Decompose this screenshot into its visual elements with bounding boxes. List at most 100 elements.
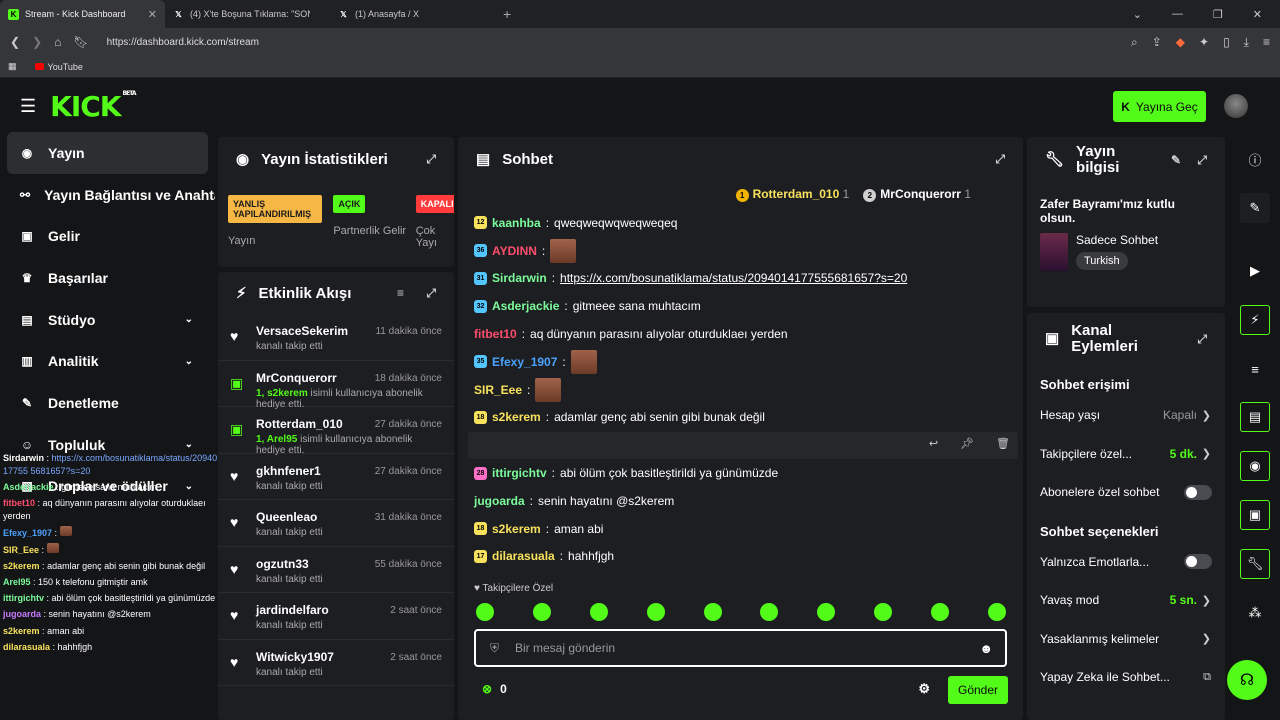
- zoom-icon[interactable]: ⌕: [1131, 35, 1138, 50]
- maximize-icon[interactable]: ❐: [1213, 8, 1223, 21]
- chat-input[interactable]: ⛨ Bir mesaj gönderin ☻: [474, 629, 1007, 667]
- wrench-icon[interactable]: 🔧︎: [1240, 549, 1270, 579]
- event-item[interactable]: ♥ Queenleao 31 dakika önce kanalı takip e…: [218, 500, 454, 547]
- emote-icon[interactable]: [532, 603, 551, 621]
- back-icon[interactable]: ❮: [10, 35, 20, 49]
- emote-icon[interactable]: [703, 603, 722, 621]
- chat-message[interactable]: fitbet10: aq dünyanın parasını alıyolar o…: [474, 320, 1004, 348]
- chat-message[interactable]: 36 AYDINN:: [474, 237, 1004, 265]
- forward-icon[interactable]: ❯: [32, 35, 42, 49]
- chevron-down-icon[interactable]: ⌄: [1133, 8, 1142, 21]
- chat-username[interactable]: AYDINN: [492, 244, 537, 258]
- chat-username[interactable]: s2kerem: [492, 522, 541, 536]
- bookmark-icon[interactable]: 🔖︎: [73, 35, 88, 49]
- expand-icon[interactable]: ⤢: [426, 152, 436, 167]
- gear-icon[interactable]: ⚙︎: [918, 681, 930, 697]
- chat-message[interactable]: SIR_Eee:: [474, 376, 1004, 404]
- chat-message[interactable]: 28 ittirgichtv: abi ölüm çok basitleştiril…: [474, 459, 1004, 487]
- toggle-switch[interactable]: [1184, 484, 1212, 500]
- video-icon[interactable]: ▶: [1240, 256, 1270, 286]
- chat-username[interactable]: Sirdarwin: [492, 271, 547, 285]
- chat-username[interactable]: SIR_Eee: [474, 383, 522, 397]
- minimize-icon[interactable]: —: [1172, 8, 1183, 20]
- emote-icon[interactable]: [987, 603, 1006, 621]
- gifter-2[interactable]: 2 MrConquerorr 1: [863, 187, 971, 202]
- setting-row[interactable]: Yalnızca Emotlarla...: [1027, 543, 1225, 582]
- setting-row[interactable]: Yasaklanmış kelimeler ❯: [1027, 620, 1225, 659]
- expand-icon[interactable]: ⤢: [1197, 154, 1207, 167]
- chat-message[interactable]: 35 Efexy_1907:: [474, 348, 1004, 376]
- event-item[interactable]: ♥ Witwicky1907 2 saat önce kanalı takip e…: [218, 640, 454, 686]
- emote-icon[interactable]: [760, 603, 779, 621]
- bookmark-youtube[interactable]: YouTube: [34, 62, 83, 72]
- browser-tab-x1[interactable]: 𝕏 (4) X'te Boşuna Tıklama: "SON DAKİ: [165, 0, 330, 28]
- chat-message[interactable]: 18 s2kerem: adamlar genç abi senin gibi bu…: [474, 404, 1004, 432]
- emote-icon[interactable]: [589, 603, 608, 621]
- browser-tab-kick[interactable]: K Stream - Kick Dashboard ✕: [0, 0, 165, 28]
- reply-icon[interactable]: ↩: [929, 437, 938, 450]
- chat-username[interactable]: fitbet10: [474, 327, 517, 341]
- community-icon[interactable]: ⁂: [1240, 598, 1270, 628]
- sidebar-item-studio[interactable]: ▤ Stüdyo ⌄: [0, 299, 215, 341]
- emote-icon[interactable]: [931, 603, 949, 621]
- setting-row[interactable]: Yapay Zeka ile Sohbet... ⧉: [1027, 658, 1225, 697]
- new-tab-icon[interactable]: +: [503, 6, 511, 22]
- chat-username[interactable]: Efexy_1907: [492, 355, 557, 369]
- extensions-icon[interactable]: ✦: [1199, 35, 1209, 49]
- close-tab-icon[interactable]: ✕: [148, 8, 157, 21]
- browser-tab-x2[interactable]: 𝕏 (1) Anasayfa / X: [330, 0, 495, 28]
- chat-message[interactable]: 31 Sirdarwin: https://x.com/bosunatiklama/…: [474, 265, 1004, 293]
- emote-icon[interactable]: [476, 603, 494, 621]
- sidebar-item-achievements[interactable]: ♛ Başarılar: [0, 257, 215, 299]
- chat-message[interactable]: 17 dilarasuala: hahhfjgh: [474, 543, 1004, 571]
- expand-icon[interactable]: ⤢: [995, 152, 1005, 167]
- chat-icon[interactable]: ▤: [1240, 402, 1270, 432]
- channel-icon[interactable]: ▣: [1240, 500, 1270, 530]
- chat-message[interactable]: 12 kaanhba: qweqweqwqweqweqeq: [474, 209, 1004, 237]
- chat-username[interactable]: jugoarda: [474, 494, 525, 508]
- download-icon[interactable]: ⤓: [1244, 35, 1249, 50]
- info-icon[interactable]: ⓘ: [1240, 144, 1270, 174]
- toggle-switch[interactable]: [1184, 554, 1212, 570]
- emote-icon[interactable]: [874, 603, 893, 621]
- sidebar-item-moderation[interactable]: ✎ Denetleme: [0, 382, 215, 424]
- go-live-button[interactable]: K Yayına Geç: [1113, 91, 1206, 122]
- emoji-icon[interactable]: ☻: [979, 641, 993, 656]
- headset-icon[interactable]: ☊: [1227, 660, 1267, 700]
- sidebar-item-revenue[interactable]: ▣ Gelir: [0, 215, 215, 257]
- sidebar-item-stream[interactable]: ◉ Yayın: [7, 132, 208, 174]
- setting-row[interactable]: Abonelere özel sohbet: [1027, 473, 1225, 512]
- emote-icon[interactable]: [817, 603, 836, 621]
- apps-grid-icon[interactable]: ▦: [8, 61, 17, 72]
- url-field[interactable]: https://dashboard.kick.com/stream: [107, 37, 259, 48]
- expand-icon[interactable]: ⤢: [1197, 333, 1207, 346]
- pin-icon[interactable]: 📌︎: [960, 437, 974, 450]
- expand-icon[interactable]: ⤢: [426, 286, 436, 301]
- edit-icon[interactable]: ✎: [1171, 154, 1181, 167]
- hamburger-menu-icon[interactable]: ☰: [20, 96, 36, 117]
- gifter-1[interactable]: 1 Rotterdam_010 1: [735, 187, 849, 202]
- chat-username[interactable]: s2kerem: [492, 410, 541, 424]
- sidebar-item-analytics[interactable]: ▥ Analitik ⌄: [0, 340, 215, 382]
- avatar[interactable]: [1224, 94, 1248, 118]
- emote-icon[interactable]: [646, 603, 665, 621]
- event-item[interactable]: ♥ VersaceSekerim 11 dakika önce kanalı ta…: [218, 314, 454, 361]
- chat-message[interactable]: 32 Asderjackie: gitmeee sana muhtacım: [474, 292, 1004, 320]
- brave-shield-icon[interactable]: ◆: [1176, 35, 1185, 49]
- share-icon[interactable]: ⇪: [1152, 35, 1162, 49]
- chat-username[interactable]: kaanhba: [492, 216, 541, 230]
- setting-row[interactable]: Takipçilere özel... 5 dk. ❯: [1027, 435, 1225, 474]
- sidebar-item-stream-key[interactable]: ⚯ Yayın Bağlantısı ve Anahtarı: [0, 174, 215, 216]
- chat-message[interactable]: jugoarda: senin hayatını @s2kerem: [474, 487, 1004, 515]
- kick-logo[interactable]: KICK BETA: [50, 90, 136, 123]
- chat-message[interactable]: 18 s2kerem: aman abi: [474, 515, 1004, 543]
- chat-username[interactable]: ittirgichtv: [492, 466, 547, 480]
- event-item[interactable]: ▣ Rotterdam_010 27 dakika önce 1, Arel95 …: [218, 407, 454, 456]
- setting-row[interactable]: Yavaş mod 5 sn. ❯: [1027, 581, 1225, 620]
- event-item[interactable]: ♥ gkhnfener1 27 dakika önce kanalı takip …: [218, 454, 454, 500]
- close-window-icon[interactable]: ✕: [1253, 8, 1262, 21]
- bolt-icon[interactable]: ⚡︎: [1240, 305, 1270, 335]
- broadcast-icon[interactable]: ◉: [1240, 451, 1270, 481]
- event-item[interactable]: ♥ ogzutn33 55 dakika önce kanalı takip et…: [218, 547, 454, 593]
- event-item[interactable]: ▣ MrConquerorr 18 dakika önce 1, s2kerem …: [218, 361, 454, 410]
